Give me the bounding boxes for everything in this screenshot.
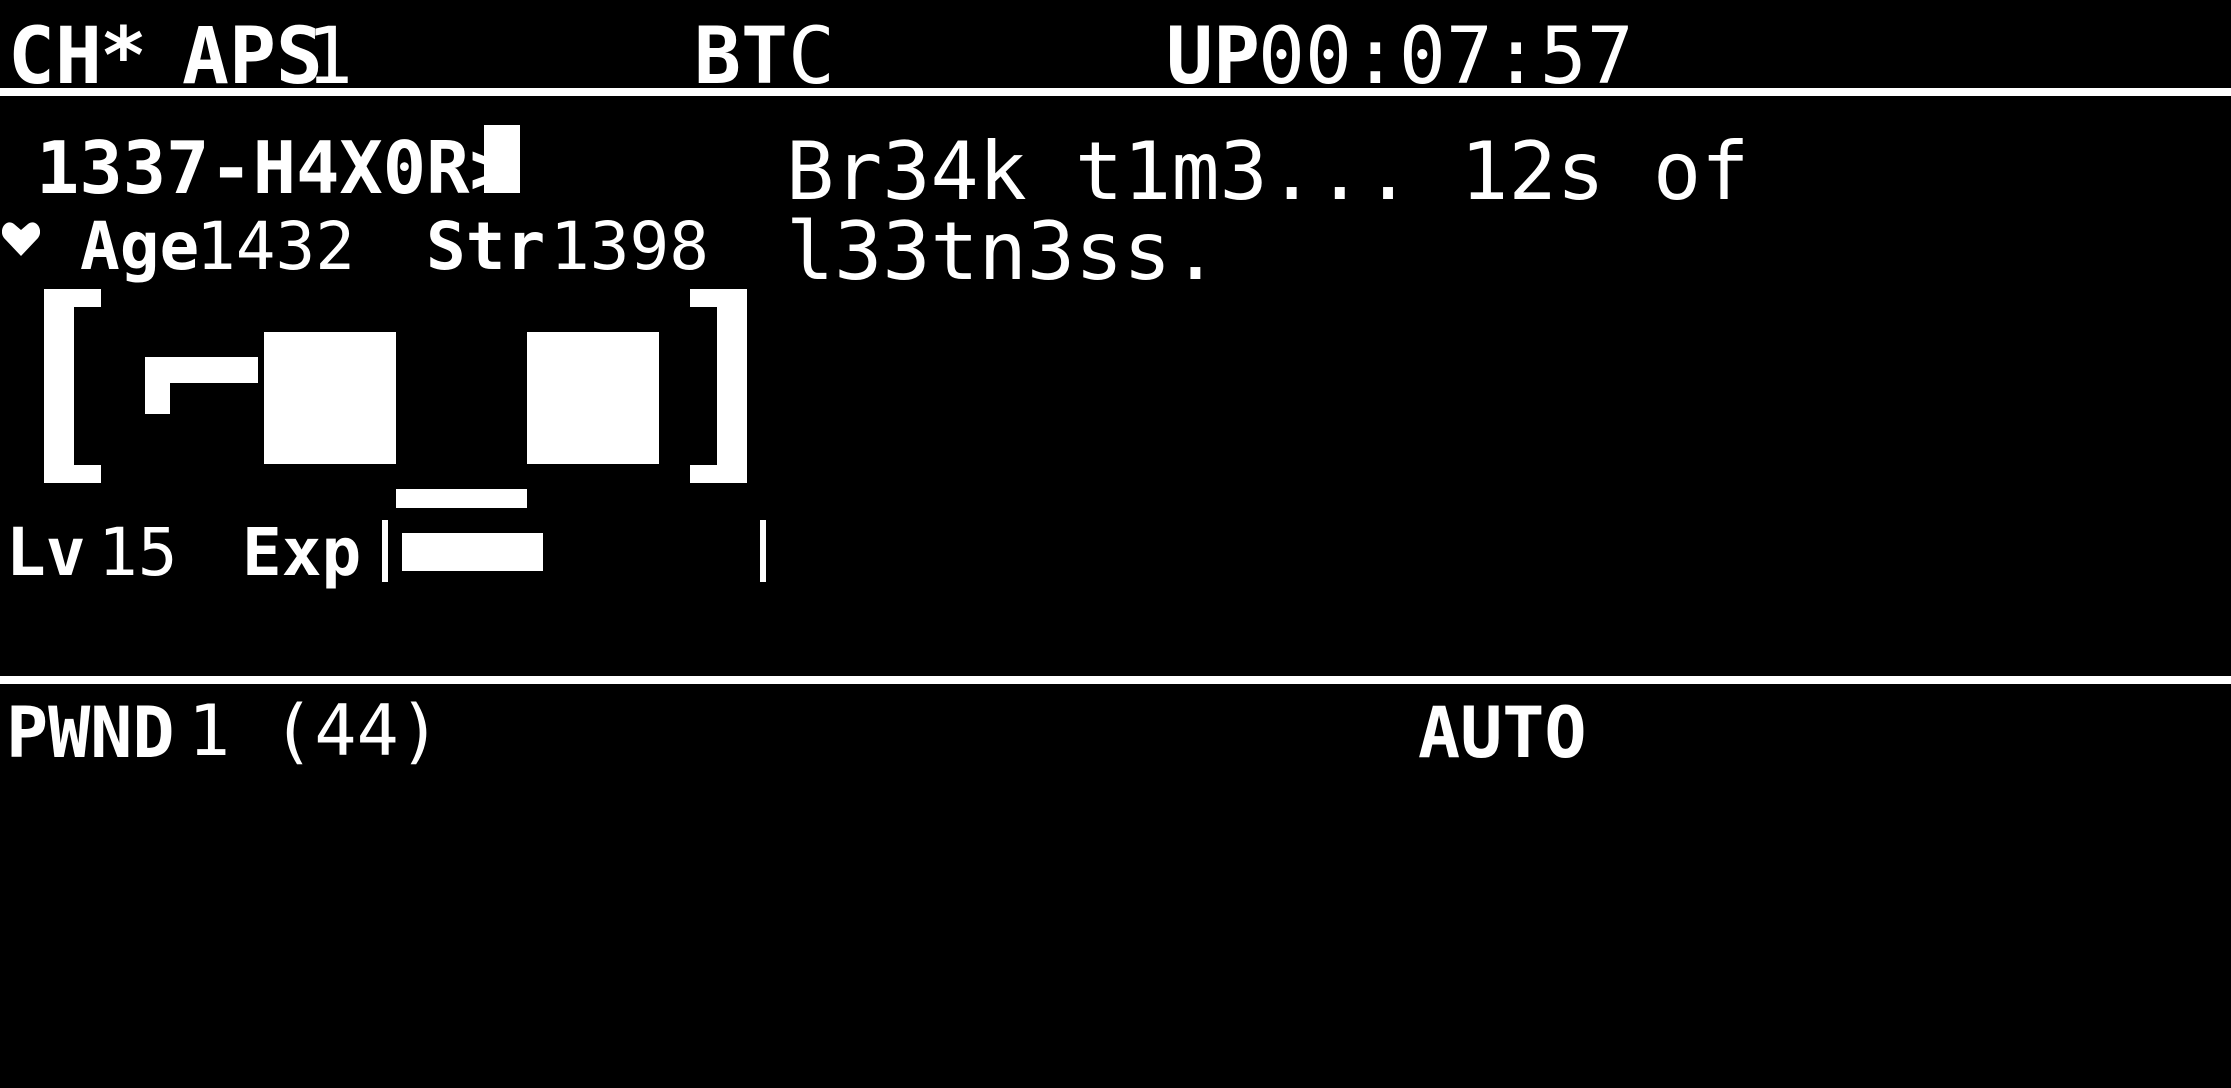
mode-indicator: AUTO (1418, 692, 1587, 774)
pet-name-prompt: 1337-H4X0R> (36, 126, 513, 210)
channel-value: * (100, 12, 147, 102)
str-label: Str (426, 208, 546, 285)
bt-value: C (788, 12, 835, 102)
age-label: Age (80, 208, 200, 285)
status-message-line-2: l33tn3ss. (786, 205, 1220, 298)
face-mouth (396, 489, 527, 508)
face-right-eye (527, 332, 659, 464)
exp-bar-right-edge (760, 520, 766, 582)
top-divider (0, 88, 2231, 96)
bottom-divider (0, 676, 2231, 684)
pwnagotchi-display: CH * APS 1 BT C UP 00:07:57 1337-H4X0R> … (0, 0, 2231, 1088)
pwnd-label: PWND (6, 692, 175, 774)
cursor-block-icon (484, 125, 520, 193)
bt-label: BT (694, 12, 788, 102)
aps-value: 1 (306, 12, 353, 102)
face-left-bracket (44, 289, 74, 483)
age-value: 1432 (196, 208, 355, 285)
uptime-label: UP (1166, 12, 1260, 102)
exp-label: Exp (242, 514, 362, 591)
status-message-line-1: Br34k t1m3... 12s of (786, 125, 1750, 218)
aps-label: APS (182, 12, 323, 102)
str-value: 1398 (550, 208, 709, 285)
exp-bar-left-edge (382, 520, 388, 582)
uptime-value: 00:07:57 (1258, 12, 1634, 102)
face-right-bracket (717, 289, 747, 483)
pwnd-value: 1 (44) (188, 690, 441, 772)
heart-icon (2, 222, 40, 256)
channel-label: CH (8, 12, 102, 102)
face-left-eye (264, 332, 396, 464)
level-label: Lv (6, 514, 86, 591)
exp-bar-fill (402, 533, 543, 571)
level-value: 15 (98, 514, 178, 591)
